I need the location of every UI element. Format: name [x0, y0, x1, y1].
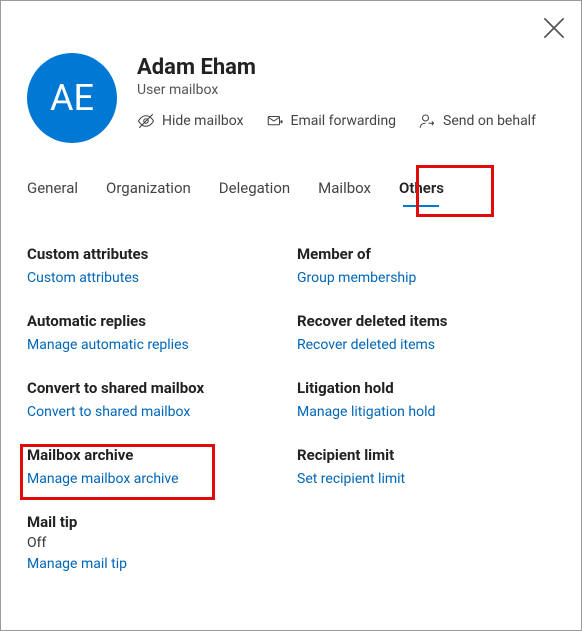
card-convert-shared: Convert to shared mailbox Convert to sha…	[27, 379, 297, 420]
tab-others[interactable]: Others	[399, 179, 444, 205]
card-automatic-replies: Automatic replies Manage automatic repli…	[27, 312, 297, 353]
automatic-replies-link[interactable]: Manage automatic replies	[27, 337, 189, 353]
litigation-hold-title: Litigation hold	[297, 379, 555, 397]
hide-icon	[137, 112, 155, 130]
card-recover-deleted: Recover deleted items Recover deleted it…	[297, 312, 555, 353]
automatic-replies-title: Automatic replies	[27, 312, 297, 330]
mailbox-archive-link[interactable]: Manage mailbox archive	[27, 471, 179, 487]
member-of-title: Member of	[297, 245, 555, 263]
header-text: Adam Eham User mailbox Hide mailbox Emai…	[137, 53, 536, 130]
tabs: General Organization Delegation Mailbox …	[27, 179, 555, 205]
card-custom-attributes: Custom attributes Custom attributes	[27, 245, 297, 286]
recover-deleted-title: Recover deleted items	[297, 312, 555, 330]
send-on-behalf-icon	[418, 112, 436, 130]
convert-shared-link[interactable]: Convert to shared mailbox	[27, 404, 190, 420]
tab-organization[interactable]: Organization	[106, 179, 191, 205]
email-forwarding-label: Email forwarding	[291, 113, 397, 129]
header: AE Adam Eham User mailbox Hide mailbox E…	[27, 53, 555, 143]
card-recipient-limit: Recipient limit Set recipient limit	[297, 446, 555, 487]
avatar-initials: AE	[50, 77, 94, 119]
mailbox-archive-title: Mailbox archive	[27, 446, 297, 464]
close-icon	[543, 17, 565, 39]
tab-delegation[interactable]: Delegation	[219, 179, 290, 205]
hide-mailbox-action[interactable]: Hide mailbox	[137, 112, 244, 130]
send-on-behalf-action[interactable]: Send on behalf	[418, 112, 536, 130]
mailbox-detail-panel: AE Adam Eham User mailbox Hide mailbox E…	[0, 0, 582, 631]
send-on-behalf-label: Send on behalf	[443, 113, 536, 129]
recover-deleted-link[interactable]: Recover deleted items	[297, 337, 435, 353]
tab-general[interactable]: General	[27, 179, 78, 205]
custom-attributes-title: Custom attributes	[27, 245, 297, 263]
recipient-limit-title: Recipient limit	[297, 446, 555, 464]
litigation-hold-link[interactable]: Manage litigation hold	[297, 404, 435, 420]
hide-mailbox-label: Hide mailbox	[162, 113, 244, 129]
tab-mailbox[interactable]: Mailbox	[318, 179, 371, 205]
card-member-of: Member of Group membership	[297, 245, 555, 286]
email-forwarding-action[interactable]: Email forwarding	[266, 112, 397, 130]
action-row: Hide mailbox Email forwarding Send on be…	[137, 112, 536, 130]
recipient-limit-link[interactable]: Set recipient limit	[297, 471, 405, 487]
card-mail-tip: Mail tip Off Manage mail tip	[27, 513, 297, 572]
card-mailbox-archive: Mailbox archive Manage mailbox archive	[27, 446, 297, 487]
custom-attributes-link[interactable]: Custom attributes	[27, 270, 139, 286]
settings-grid: Custom attributes Custom attributes Memb…	[27, 245, 555, 572]
email-forward-icon	[266, 112, 284, 130]
close-button[interactable]	[543, 17, 565, 39]
member-of-link[interactable]: Group membership	[297, 270, 416, 286]
mail-tip-value: Off	[27, 535, 297, 551]
subtitle: User mailbox	[137, 82, 536, 98]
mail-tip-link[interactable]: Manage mail tip	[27, 556, 127, 572]
avatar: AE	[27, 53, 117, 143]
page-title: Adam Eham	[137, 55, 536, 80]
convert-shared-title: Convert to shared mailbox	[27, 379, 297, 397]
card-litigation-hold: Litigation hold Manage litigation hold	[297, 379, 555, 420]
mail-tip-title: Mail tip	[27, 513, 297, 531]
